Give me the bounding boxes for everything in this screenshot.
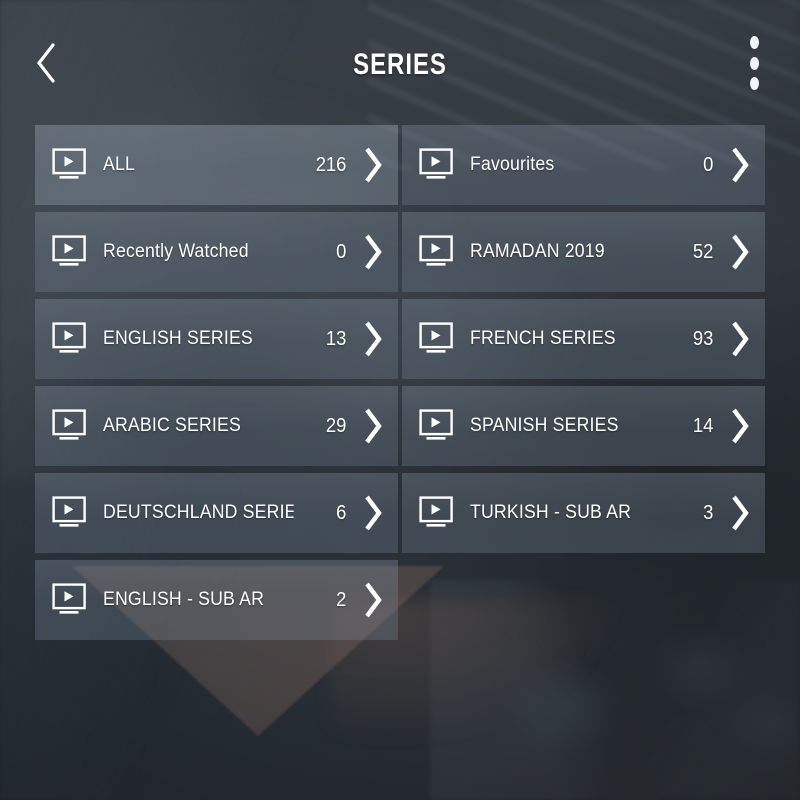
tv-play-icon bbox=[52, 322, 90, 356]
tv-play-icon bbox=[419, 322, 457, 356]
category-count: 14 bbox=[692, 414, 714, 437]
category-item[interactable]: ENGLISH - SUB AR 2 bbox=[35, 560, 398, 640]
category-item[interactable]: FRENCH SERIES 93 bbox=[402, 299, 765, 379]
page-title: SERIES bbox=[353, 48, 447, 81]
category-item[interactable]: Favourites 0 bbox=[402, 125, 765, 205]
category-item[interactable]: SPANISH SERIES 14 bbox=[402, 386, 765, 466]
category-count: 52 bbox=[692, 240, 714, 263]
tv-play-icon bbox=[52, 235, 90, 269]
category-count: 93 bbox=[692, 327, 714, 350]
chevron-right-icon bbox=[732, 147, 749, 183]
kebab-dot-1 bbox=[749, 36, 759, 49]
category-item[interactable]: Recently Watched 0 bbox=[35, 212, 398, 292]
tv-play-icon bbox=[52, 409, 90, 443]
chevron-right-icon bbox=[365, 147, 382, 183]
category-count: 0 bbox=[703, 153, 714, 176]
chevron-right-icon bbox=[732, 408, 749, 444]
category-count: 3 bbox=[703, 501, 714, 524]
kebab-dot-3 bbox=[749, 77, 759, 90]
category-label: ENGLISH SERIES bbox=[103, 328, 253, 349]
category-item[interactable]: ALL 216 bbox=[35, 125, 398, 205]
chevron-left-icon bbox=[36, 43, 55, 83]
category-item[interactable]: ARABIC SERIES 29 bbox=[35, 386, 398, 466]
category-item[interactable]: ENGLISH SERIES 13 bbox=[35, 299, 398, 379]
tv-play-icon bbox=[419, 235, 457, 269]
tv-play-icon bbox=[52, 583, 90, 617]
back-button[interactable] bbox=[18, 33, 74, 93]
category-list: ALL 216 Favourites 0 Recently Watched 0 RAMADA… bbox=[35, 125, 766, 640]
category-count: 2 bbox=[336, 588, 347, 611]
tv-play-icon bbox=[419, 409, 457, 443]
category-label: Favourites bbox=[470, 154, 555, 175]
category-label: ENGLISH - SUB AR bbox=[103, 589, 265, 610]
chevron-right-icon bbox=[732, 321, 749, 357]
category-item[interactable]: RAMADAN 2019 52 bbox=[402, 212, 765, 292]
tv-play-icon bbox=[419, 148, 457, 182]
category-label: DEUTSCHLAND SERIES bbox=[103, 502, 294, 523]
category-item[interactable]: DEUTSCHLAND SERIES 6 bbox=[35, 473, 398, 553]
chevron-right-icon bbox=[365, 234, 382, 270]
category-label: TURKISH - SUB AR bbox=[470, 502, 632, 523]
chevron-right-icon bbox=[365, 582, 382, 618]
category-count: 216 bbox=[315, 153, 347, 176]
category-count: 0 bbox=[336, 240, 347, 263]
category-label: FRENCH SERIES bbox=[470, 328, 616, 349]
chevron-right-icon bbox=[365, 321, 382, 357]
tv-play-icon bbox=[52, 148, 90, 182]
category-item[interactable]: TURKISH - SUB AR 3 bbox=[402, 473, 765, 553]
category-count: 6 bbox=[336, 501, 347, 524]
category-label: ALL bbox=[103, 154, 136, 175]
chevron-right-icon bbox=[732, 495, 749, 531]
category-label: ARABIC SERIES bbox=[103, 415, 241, 436]
category-label: Recently Watched bbox=[103, 241, 249, 262]
category-count: 13 bbox=[325, 327, 347, 350]
chevron-right-icon bbox=[365, 408, 382, 444]
category-label: SPANISH SERIES bbox=[470, 415, 619, 436]
overflow-menu-button[interactable] bbox=[732, 30, 776, 96]
tv-play-icon bbox=[52, 496, 90, 530]
chevron-right-icon bbox=[732, 234, 749, 270]
category-label: RAMADAN 2019 bbox=[470, 241, 605, 262]
app-screen: SERIES ALL 216 Favourites 0 Recently Watched… bbox=[0, 0, 800, 800]
chevron-right-icon bbox=[365, 495, 382, 531]
app-header: SERIES bbox=[0, 0, 800, 125]
tv-play-icon bbox=[419, 496, 457, 530]
kebab-dot-2 bbox=[749, 56, 759, 70]
category-count: 29 bbox=[325, 414, 347, 437]
